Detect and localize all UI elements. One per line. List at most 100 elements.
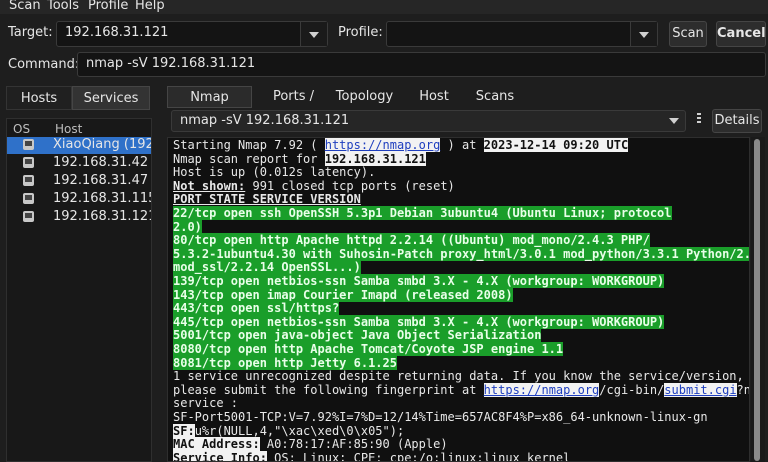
output-text: 192.168.31.121 (324, 151, 426, 166)
output-text: Not shown: (173, 178, 246, 193)
host-row[interactable]: 192.168.31.42 (7, 155, 151, 172)
output-line: please submit the following fingerprint … (173, 382, 750, 398)
chevron-down-icon (639, 32, 649, 38)
menu-profile[interactable]: Profile (88, 0, 128, 13)
output-line: Starting Nmap 7.92 ( https://nmap.org ) … (173, 138, 629, 153)
output-text: 5.3.2-1ubuntu4.30 with Suhosin-Patch pro… (173, 246, 749, 261)
column-os[interactable]: OS (13, 122, 30, 136)
tab-ports-hosts[interactable]: Ports / Hosts (253, 86, 334, 126)
output-text: 8081/tcp open http Jetty 6.1.25 (173, 355, 397, 370)
linux-os-icon (23, 211, 34, 222)
host-name: 192.168.31.115 (53, 191, 152, 206)
output-line: 80/tcp open http Apache httpd 2.2.14 ((U… (173, 233, 650, 248)
output-text: 139/tcp open netbios-ssn Samba smbd 3.X … (173, 274, 665, 288)
output-line: SF:u%r(NULL,4,"\xac\xed\0\x05"); (173, 423, 405, 439)
menu-scan[interactable]: Scan (9, 0, 41, 13)
output-line: SF-Port5001-TCP:V=7.92%I=7%D=12/14%Time=… (173, 410, 708, 424)
menu-help[interactable]: Help (135, 0, 165, 13)
output-line: 5001/tcp open java-object Java Object Se… (173, 328, 542, 343)
linux-os-icon (23, 193, 34, 204)
linux-os-icon (23, 157, 34, 168)
output-text: MAC Address: (173, 437, 260, 452)
chevron-down-icon (669, 118, 679, 124)
output-text: ) at (440, 138, 484, 152)
linux-os-icon (23, 139, 34, 150)
output-text: 443/tcp open ssl/https? (173, 301, 340, 316)
output-line: 445/tcp open netbios-ssn Samba smbd 3.X … (173, 314, 665, 330)
chevron-down-icon (309, 32, 319, 38)
output-text: 80/tcp open http Apache httpd 2.2.14 ((U… (173, 233, 650, 248)
hosts-list: OS Host XiaoQiang (192.16 192.168.31.42 … (6, 118, 152, 462)
output-text: u%r(NULL,4,"\xac\xed\0\x05"); (194, 423, 405, 438)
output-text: 2.0) (173, 219, 202, 234)
output-line: PORT STATE SERVICE VERSION (173, 192, 361, 207)
profile-dropdown-button[interactable] (630, 22, 657, 46)
output-text: /cgi-bin/ (599, 382, 665, 397)
output-text: 143/tcp open imap Courier Imapd (release… (173, 287, 513, 302)
menu-tools[interactable]: Tools (47, 0, 79, 13)
output-line: 8080/tcp open http Apache Tomcat/Coyote … (173, 342, 564, 357)
output-line: mod_ssl/2.2.14 OpenSSL...) (173, 260, 361, 275)
output-line: 1 service unrecognized despite returning… (173, 369, 744, 384)
output-text: 445/tcp open netbios-ssn Samba smbd 3.X … (173, 314, 665, 329)
output-line: Host is up (0.012s latency). (173, 165, 376, 180)
output-scrollbar[interactable] (751, 137, 765, 462)
host-name: 192.168.31.121 (53, 209, 152, 224)
output-line: 139/tcp open netbios-ssn Samba smbd 3.X … (173, 274, 665, 289)
scrollbar-thumb[interactable] (754, 139, 760, 461)
submit-link[interactable]: submit.cgi (664, 382, 737, 397)
profile-combobox[interactable] (386, 21, 658, 47)
output-line: MAC Address: A0:78:17:AF:85:90 (Apple) (173, 437, 448, 452)
host-name: XiaoQiang (192.16 (53, 137, 151, 152)
nmap-link[interactable]: https://nmap.org (483, 382, 600, 397)
scan-button[interactable]: Scan (669, 21, 707, 47)
output-line: Service Info: OS: Linux; CPE: cpe:/o:lin… (173, 450, 571, 462)
output-text: please submit the following fingerprint … (173, 382, 484, 397)
output-text: 991 closed tcp ports (reset) (245, 178, 455, 193)
output-line: Nmap scan report for 192.168.31.121 (173, 151, 426, 167)
output-line: 5.3.2-1ubuntu4.30 with Suhosin-Patch pro… (173, 246, 749, 262)
host-name: 192.168.31.42 (53, 155, 149, 170)
host-row[interactable]: 192.168.31.115 (7, 191, 152, 208)
tab-services[interactable]: Services (72, 86, 150, 110)
host-row[interactable]: XiaoQiang (192.16 (7, 137, 151, 154)
target-combobox[interactable]: 192.168.31.121 (56, 21, 328, 47)
host-name: 192.168.31.47 (53, 173, 149, 188)
output-text: A0:78:17:AF:85:90 (Apple) (259, 437, 448, 452)
tab-topology[interactable]: Topology (335, 86, 394, 108)
output-text: ?new- (736, 382, 750, 397)
profile-label: Profile: (338, 25, 383, 40)
output-line: 2.0) (173, 219, 202, 235)
target-dropdown-button[interactable] (300, 22, 327, 46)
host-row[interactable]: 192.168.31.121 (7, 209, 152, 226)
output-line: 8081/tcp open http Jetty 6.1.25 (173, 355, 397, 371)
tab-host-details[interactable]: Host Details (395, 86, 473, 126)
tab-nmap-output[interactable]: Nmap Output (167, 86, 252, 127)
output-text: 2023-12-14 09:20 UTC (483, 138, 629, 152)
tab-hosts[interactable]: Hosts (6, 86, 72, 110)
output-line: service : (173, 396, 239, 411)
command-field[interactable]: nmap -sV 192.168.31.121 (77, 52, 766, 77)
output-line: 143/tcp open imap Courier Imapd (release… (173, 287, 513, 303)
output-text: 8080/tcp open http Apache Tomcat/Coyote … (173, 342, 564, 356)
output-text: Starting Nmap 7.92 ( (173, 138, 325, 152)
column-host[interactable]: Host (55, 122, 82, 136)
tab-scans[interactable]: Scans (474, 86, 516, 108)
output-line: 443/tcp open ssl/https? (173, 301, 340, 316)
nmap-link[interactable]: https://nmap.org (324, 138, 441, 152)
cancel-button[interactable]: Cancel (716, 21, 766, 47)
output-text: OS: Linux; CPE: cpe:/o:linux:linux_kerne… (266, 450, 571, 462)
scan-select[interactable]: nmap -sV 192.168.31.121 (171, 110, 686, 132)
target-label: Target: (8, 25, 53, 40)
output-line: Not shown: 991 closed tcp ports (reset) (173, 178, 455, 194)
list-icon (697, 113, 701, 127)
output-text: Nmap scan report for (173, 151, 325, 166)
details-button[interactable]: Details (712, 109, 762, 133)
target-input[interactable]: 192.168.31.121 (65, 25, 168, 40)
output-text: Service Info: (173, 450, 267, 461)
output-text: 22/tcp open ssh OpenSSH 5.3p1 Debian 3ub… (173, 206, 672, 220)
host-row[interactable]: 192.168.31.47 (7, 173, 151, 190)
command-input[interactable]: nmap -sV 192.168.31.121 (86, 56, 255, 71)
nmap-output-pane[interactable]: Starting Nmap 7.92 ( https://nmap.org ) … (167, 137, 750, 462)
linux-os-icon (23, 175, 34, 186)
